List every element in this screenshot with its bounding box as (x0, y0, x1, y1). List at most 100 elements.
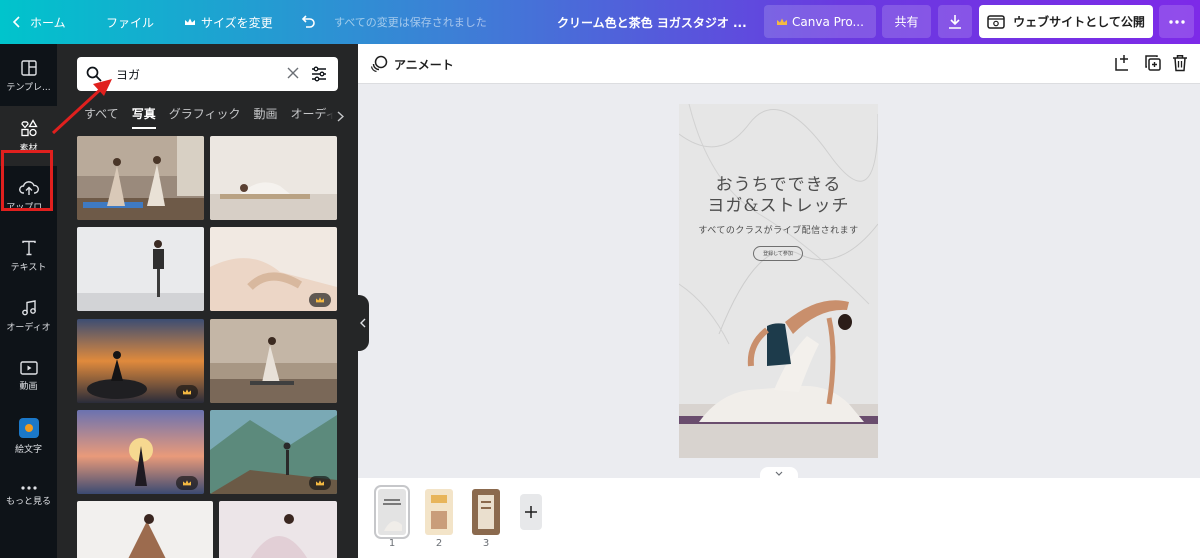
premium-badge (309, 293, 331, 307)
photo-result[interactable] (77, 136, 204, 220)
top-bar: ホーム ファイル サイズを変更 すべての変更は保存されました クリーム色と茶色 … (0, 0, 1200, 44)
tabs-scroll-button[interactable] (324, 104, 344, 128)
website-icon (987, 14, 1005, 29)
tab-all[interactable]: すべて (84, 105, 119, 129)
filter-icon[interactable] (310, 65, 328, 83)
tab-videos[interactable]: 動画 (253, 105, 277, 129)
rail-label: テキスト (10, 262, 47, 273)
page-thumbnail-image (472, 489, 500, 535)
undo-button[interactable] (298, 0, 318, 44)
file-label: ファイル (106, 15, 155, 30)
rail-label: 動画 (19, 381, 38, 392)
search-icon (86, 66, 102, 82)
rail-item-emoji[interactable]: 絵文字 (0, 406, 57, 466)
rail-item-templates[interactable]: テンプレ... (0, 46, 57, 106)
home-button[interactable]: ホーム (12, 0, 66, 44)
home-label: ホーム (30, 15, 66, 30)
photo-result[interactable] (210, 227, 337, 311)
left-rail: テンプレ... 素材 アップロ... テキスト オーディオ 動画 絵文字 もっと… (0, 44, 57, 558)
photo-result[interactable] (219, 501, 337, 558)
chevron-left-icon (12, 16, 20, 28)
chevron-left-icon (360, 318, 366, 328)
page-number: 2 (435, 538, 443, 549)
photo-result[interactable] (210, 136, 337, 220)
page-number: 3 (482, 538, 490, 549)
photo-result[interactable] (77, 410, 204, 494)
photo-result[interactable] (77, 227, 204, 311)
duplicate-page-icon[interactable] (1144, 54, 1162, 72)
elements-icon (20, 118, 38, 136)
rail-label: オーディオ (6, 322, 51, 333)
template-icon (20, 59, 37, 76)
crown-icon (777, 18, 788, 25)
trash-icon[interactable] (1172, 54, 1188, 72)
chevron-down-icon (775, 471, 783, 476)
chevron-right-icon (337, 110, 344, 122)
more-options-button[interactable] (1159, 5, 1194, 38)
emoji-icon (18, 417, 39, 438)
tab-graphics[interactable]: グラフィック (169, 105, 241, 129)
design-title-line2[interactable]: ヨガ&ストレッチ (679, 191, 878, 216)
premium-badge (176, 385, 198, 399)
rail-label: テンプレ... (6, 82, 51, 93)
photo-image (210, 319, 337, 403)
animate-button[interactable]: アニメート (370, 55, 454, 73)
page-strip: 1 2 3 (358, 478, 1200, 558)
canvas-toolbar: アニメート (358, 44, 1200, 84)
page-thumbnail[interactable] (472, 489, 500, 535)
page-thumbnail-image (425, 489, 453, 535)
crown-icon (316, 297, 324, 303)
rail-item-more[interactable]: もっと見る (0, 466, 57, 526)
panel-collapse-button[interactable] (357, 295, 369, 351)
share-label: 共有 (894, 15, 919, 29)
download-icon (949, 14, 961, 29)
photo-result[interactable] (77, 319, 204, 403)
design-canvas[interactable]: おうちでできる ヨガ&ストレッチ すべてのクラスがライブ配信されます 登録して参… (679, 104, 878, 458)
publish-website-button[interactable]: ウェブサイトとして公開 (979, 5, 1153, 38)
page-thumbnail[interactable] (374, 485, 410, 539)
page-thumbnail-image (378, 489, 406, 535)
resize-button[interactable]: サイズを変更 (184, 0, 273, 44)
more-icon (20, 485, 37, 490)
design-cta-button[interactable]: 登録して参加 (753, 246, 803, 261)
rail-label: 絵文字 (14, 444, 42, 455)
more-icon (1168, 19, 1185, 24)
plus-icon (525, 506, 537, 518)
rail-item-text[interactable]: テキスト (0, 226, 57, 286)
photo-image (219, 501, 337, 558)
text-icon (21, 240, 36, 255)
share-button[interactable]: 共有 (882, 5, 931, 38)
design-background (679, 104, 878, 458)
crown-icon (183, 389, 191, 395)
photo-image (77, 501, 213, 558)
rail-item-video[interactable]: 動画 (0, 346, 57, 406)
photo-result[interactable] (77, 501, 213, 558)
photo-image (77, 227, 204, 311)
photo-result[interactable] (210, 410, 337, 494)
file-menu-button[interactable]: ファイル (106, 0, 154, 44)
save-status: すべての変更は保存されました (334, 16, 487, 29)
video-icon (19, 360, 38, 375)
music-icon (21, 299, 36, 315)
page-thumbnail[interactable] (425, 489, 453, 535)
design-subtitle[interactable]: すべてのクラスがライブ配信されます (679, 223, 878, 236)
search-bar[interactable]: ヨガ (77, 57, 338, 91)
undo-icon (301, 15, 315, 28)
tab-photos[interactable]: 写真 (131, 105, 156, 129)
resize-label: サイズを変更 (201, 15, 273, 30)
document-title[interactable]: クリーム色と茶色 ヨガスタジオ ... (557, 0, 747, 44)
elements-panel: ヨガ すべて 写真 グラフィック 動画 オーディオ (57, 44, 358, 558)
photo-image (77, 136, 204, 220)
rail-label: もっと見る (5, 496, 51, 507)
download-button[interactable] (938, 5, 972, 38)
canva-pro-button[interactable]: Canva Pro... (764, 5, 876, 38)
crown-icon (316, 480, 324, 486)
search-input[interactable]: ヨガ (116, 66, 140, 83)
clear-icon[interactable] (286, 66, 300, 80)
publish-label: ウェブサイトとして公開 (1013, 15, 1145, 29)
rail-item-audio[interactable]: オーディオ (0, 286, 57, 346)
add-page-icon[interactable] (1114, 54, 1132, 72)
add-page-button[interactable] (520, 494, 542, 530)
crown-icon (183, 480, 191, 486)
photo-result[interactable] (210, 319, 337, 403)
